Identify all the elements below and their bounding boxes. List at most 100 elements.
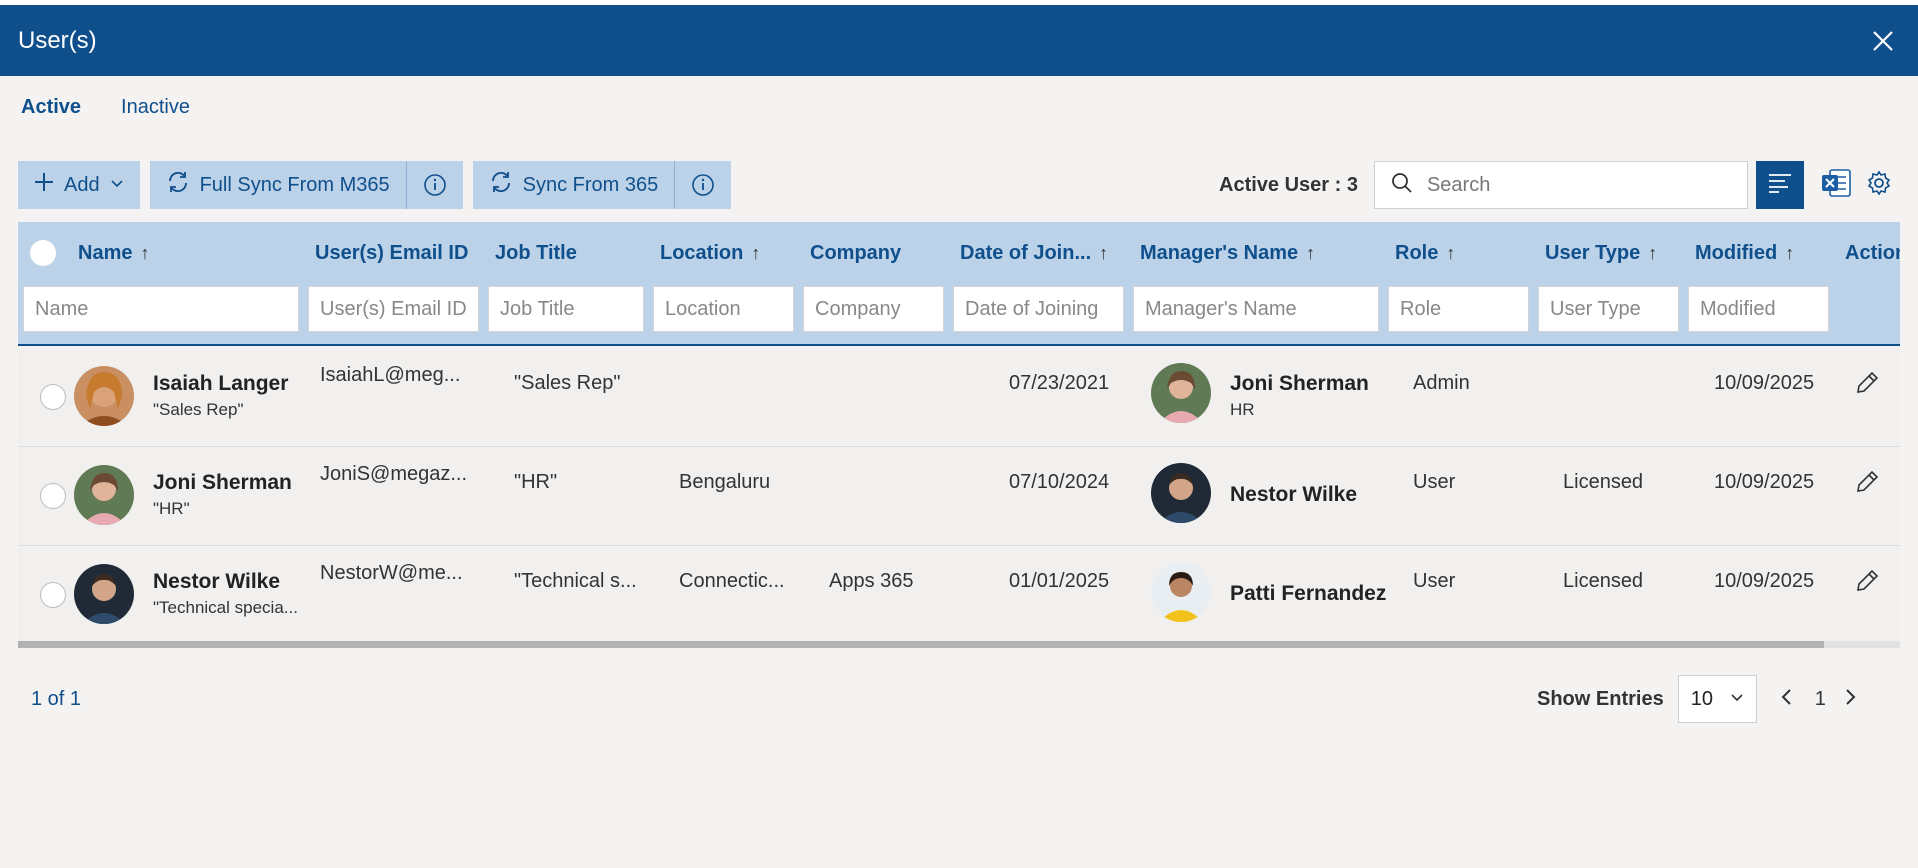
user-job-title: "Technical s... (514, 570, 637, 592)
user-date-of-joining: 07/23/2021 (1009, 372, 1110, 394)
search-box (1373, 161, 1748, 209)
sync-button[interactable]: Sync From 365 (473, 161, 675, 209)
user-job-title: "Sales Rep" (514, 372, 621, 394)
edit-pencil-icon[interactable] (1854, 469, 1880, 500)
row-select-radio[interactable] (40, 582, 66, 608)
user-location: Bengaluru (679, 471, 771, 493)
column-header-date-of-joining[interactable]: Date of Join... ↑ (960, 242, 1108, 265)
users-grid: Name ↑ User(s) Email ID Job Title Locatio… (18, 222, 1900, 648)
current-page[interactable]: 1 (1815, 688, 1826, 711)
column-header-name[interactable]: Name ↑ (78, 242, 149, 265)
column-header-role[interactable]: Role ↑ (1395, 242, 1455, 265)
edit-pencil-icon[interactable] (1854, 568, 1880, 599)
user-modified: 10/09/2025 (1714, 570, 1815, 592)
tab-active[interactable]: Active (21, 96, 81, 123)
user-type: Licensed (1563, 570, 1644, 592)
right-tools: Active User : 3 (1219, 161, 1892, 209)
chevron-right-icon[interactable] (1842, 687, 1858, 712)
search-input[interactable] (1426, 173, 1727, 197)
close-icon[interactable] (1866, 24, 1900, 58)
column-header-company[interactable]: Company (810, 242, 901, 265)
full-sync-group: Full Sync From M365 (149, 161, 463, 209)
page-info: 1 of 1 (31, 688, 82, 710)
user-name[interactable]: Isaiah Langer (153, 372, 288, 396)
tab-inactive[interactable]: Inactive (121, 96, 190, 123)
column-header-job-title[interactable]: Job Title (495, 242, 577, 265)
horizontal-scrollbar[interactable] (18, 641, 1900, 648)
filter-manager-input[interactable] (1134, 287, 1378, 331)
sort-arrow-icon: ↑ (1446, 243, 1456, 263)
filter-user-type-cell (1538, 286, 1679, 332)
active-user-count: Active User : 3 (1219, 173, 1358, 196)
manager-name[interactable]: Nestor Wilke (1230, 483, 1357, 507)
user-job-subtitle: "Technical specia... (153, 598, 298, 617)
filter-job-title-input[interactable] (489, 287, 643, 331)
table-row[interactable]: Nestor Wilke "Technical specia... Nestor… (18, 546, 1900, 645)
column-header-manager-name[interactable]: Manager's Name ↑ (1140, 242, 1315, 265)
chevron-left-icon[interactable] (1779, 687, 1795, 712)
scrollbar-thumb[interactable] (18, 641, 1824, 648)
sync-label: Sync From 365 (522, 173, 659, 196)
user-name[interactable]: Nestor Wilke (153, 570, 280, 594)
user-role: User (1413, 471, 1456, 493)
filter-company-input[interactable] (804, 287, 943, 331)
filter-name-input[interactable] (24, 287, 298, 331)
manager-name[interactable]: Joni Sherman (1230, 372, 1369, 396)
filter-user-type-input[interactable] (1539, 287, 1678, 331)
filter-modified-input[interactable] (1689, 287, 1828, 331)
search-icon (1391, 172, 1413, 199)
edit-pencil-icon[interactable] (1854, 370, 1880, 401)
filter-modified-cell (1688, 286, 1829, 332)
info-icon[interactable] (675, 161, 731, 209)
avatar (74, 465, 134, 525)
table-row[interactable]: Isaiah Langer "Sales Rep" IsaiahL@meg...… (18, 348, 1900, 447)
sort-arrow-icon: ↑ (140, 243, 150, 263)
filter-date-input[interactable] (954, 287, 1123, 331)
pagination: Show Entries 10 1 (1537, 675, 1858, 723)
entries-select[interactable]: 10 (1677, 675, 1757, 723)
filter-role-input[interactable] (1389, 287, 1528, 331)
manager-name[interactable]: Patti Fernandez (1230, 582, 1386, 606)
manager-subtitle: HR (1230, 400, 1255, 419)
user-date-of-joining: 07/10/2024 (1009, 471, 1110, 493)
toolbar: Add Full Sync From M365 Sync From 365 (18, 161, 732, 209)
user-modified: 10/09/2025 (1714, 372, 1815, 394)
user-role: Admin (1413, 372, 1470, 394)
user-company: Apps 365 (829, 570, 914, 592)
avatar (74, 564, 134, 624)
select-all-checkbox[interactable] (30, 240, 56, 266)
user-type: Licensed (1563, 471, 1644, 493)
user-name[interactable]: Joni Sherman (153, 471, 292, 495)
column-header-modified[interactable]: Modified ↑ (1695, 242, 1794, 265)
dialog-titlebar: User(s) (0, 5, 1918, 76)
user-job-subtitle: "Sales Rep" (153, 400, 244, 419)
user-email: JoniS@megaz... (320, 463, 468, 485)
gear-icon[interactable] (1866, 170, 1892, 201)
filter-role-cell (1388, 286, 1529, 332)
column-header-location[interactable]: Location ↑ (660, 242, 760, 265)
grid-header: Name ↑ User(s) Email ID Job Title Locatio… (18, 222, 1900, 346)
filter-toggle-button[interactable] (1755, 161, 1804, 209)
user-location: Connectic... (679, 570, 785, 592)
column-header-email[interactable]: User(s) Email ID (315, 242, 468, 265)
excel-export-icon[interactable] (1820, 167, 1852, 204)
filter-company-cell (803, 286, 944, 332)
add-button[interactable]: Add (18, 161, 140, 209)
full-sync-label: Full Sync From M365 (199, 173, 390, 196)
filter-location-input[interactable] (654, 287, 793, 331)
column-header-user-type[interactable]: User Type ↑ (1545, 242, 1657, 265)
filter-location-cell (653, 286, 794, 332)
row-select-radio[interactable] (40, 483, 66, 509)
filter-email-input[interactable] (309, 287, 478, 331)
row-select-radio[interactable] (40, 384, 66, 410)
full-sync-button[interactable]: Full Sync From M365 (150, 161, 406, 209)
add-button-label: Add (64, 173, 100, 196)
user-email: IsaiahL@meg... (320, 364, 461, 386)
filter-email-cell (308, 286, 479, 332)
info-icon[interactable] (407, 161, 463, 209)
sort-arrow-icon: ↑ (1648, 243, 1658, 263)
sort-arrow-icon: ↑ (1099, 243, 1109, 263)
show-entries-label: Show Entries (1537, 687, 1664, 710)
table-row[interactable]: Joni Sherman "HR" JoniS@megaz... "HR" Be… (18, 447, 1900, 546)
user-role: User (1413, 570, 1456, 592)
